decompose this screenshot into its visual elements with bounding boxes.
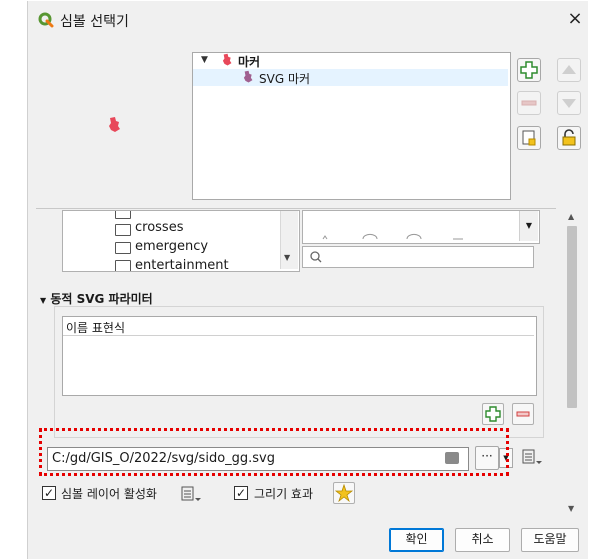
svg-marker-icon xyxy=(243,70,253,83)
scrollbar-thumb[interactable] xyxy=(567,226,577,408)
folder-icon xyxy=(115,211,131,219)
columns-header: 이름 표현식 xyxy=(66,321,126,335)
qgis-logo-icon xyxy=(38,12,54,28)
svg-category-list[interactable]: crosses emergency entertainment xyxy=(62,210,300,272)
highlight-annotation xyxy=(39,428,509,476)
svg-search-input[interactable] xyxy=(302,246,534,268)
folder-icon xyxy=(115,224,131,236)
dynamic-params-header[interactable]: ▼ 동적 SVG 파라미터 xyxy=(40,290,153,307)
add-param-button[interactable] xyxy=(482,403,504,425)
expand-arrow-icon[interactable]: ▼ xyxy=(201,55,208,65)
param-table-header: 이름 표현식 xyxy=(63,317,534,336)
draw-effects-checkbox[interactable]: ✓ xyxy=(234,486,248,500)
list-item[interactable]: emergency xyxy=(135,239,208,254)
lock-layer-button[interactable] xyxy=(557,126,581,150)
remove-icon xyxy=(516,411,530,417)
add-layer-button[interactable] xyxy=(517,58,541,82)
arrow-down-icon xyxy=(562,99,576,108)
marker-layer-icon xyxy=(222,53,232,66)
add-icon xyxy=(485,406,501,422)
divider xyxy=(36,208,556,209)
folder-icon xyxy=(115,242,131,254)
folder-icon xyxy=(115,260,131,271)
help-button[interactable]: 도움말 xyxy=(521,528,579,552)
preview-dropdown-arrow-icon[interactable]: ▼ xyxy=(519,211,538,241)
section-title: 동적 SVG 파라미터 xyxy=(50,292,153,306)
remove-layer-button[interactable] xyxy=(517,91,541,115)
duplicate-layer-button[interactable] xyxy=(517,126,541,150)
data-defined-override-icon[interactable] xyxy=(180,484,202,504)
enable-layer-checkbox[interactable]: ✓ xyxy=(42,486,56,500)
scroll-down-arrow-icon[interactable]: ▼ xyxy=(568,504,574,513)
tree-item-marker[interactable]: 마커 xyxy=(238,53,260,70)
star-icon xyxy=(334,483,354,503)
category-scrollbar[interactable]: ▼ xyxy=(280,211,298,269)
svg-thumbnails xyxy=(322,233,463,240)
arrow-up-icon xyxy=(562,65,576,74)
close-button[interactable]: × xyxy=(566,8,584,29)
move-down-button[interactable] xyxy=(557,91,581,115)
add-icon xyxy=(520,61,538,79)
data-defined-override-icon[interactable] xyxy=(521,447,543,467)
svg-preview-grid[interactable] xyxy=(302,210,540,244)
window-title: 심볼 선택기 xyxy=(60,14,129,30)
collapse-arrow-icon[interactable]: ▼ xyxy=(40,296,46,305)
list-item[interactable]: entertainment xyxy=(135,258,229,271)
tree-item-svg-marker[interactable]: SVG 마커 xyxy=(259,70,310,87)
draw-effects-label: 그리기 효과 xyxy=(254,487,314,501)
effects-button[interactable] xyxy=(333,482,355,504)
duplicate-icon xyxy=(522,130,536,146)
list-item[interactable]: crosses xyxy=(135,220,183,235)
search-icon xyxy=(310,251,322,263)
lock-icon xyxy=(562,129,576,146)
move-up-button[interactable] xyxy=(557,58,581,82)
remove-icon xyxy=(521,100,537,106)
remove-param-button[interactable] xyxy=(512,403,534,425)
scroll-up-arrow-icon[interactable]: ▲ xyxy=(568,212,574,221)
cancel-button[interactable]: 취소 xyxy=(455,528,510,552)
scroll-down-arrow-icon[interactable]: ▼ xyxy=(284,253,290,262)
marker-preview-icon xyxy=(109,117,120,132)
ok-button[interactable]: 확인 xyxy=(389,528,444,552)
enable-layer-label: 심볼 레이어 활성화 xyxy=(61,487,157,501)
